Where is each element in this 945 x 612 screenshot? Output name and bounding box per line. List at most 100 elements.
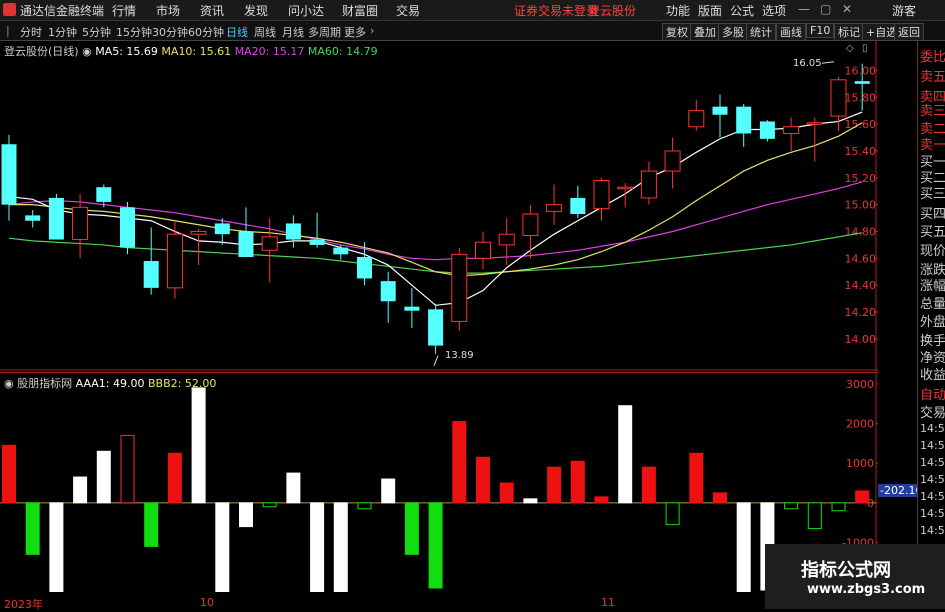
indicator-chart[interactable]: 3000200010000-1000 bbox=[0, 372, 878, 592]
btn-fuquan[interactable]: 复权 bbox=[662, 23, 692, 41]
low-price-annotation: 13.89 bbox=[445, 350, 474, 361]
period-30min[interactable]: 30分钟 bbox=[152, 24, 188, 40]
period-monthly[interactable]: 月线 bbox=[282, 24, 304, 40]
btn-back[interactable]: 返回 bbox=[894, 23, 924, 41]
chevron-right-icon[interactable]: › bbox=[370, 24, 374, 37]
indicator-bar bbox=[594, 496, 609, 504]
sub-y-tick-label: 1000 bbox=[846, 457, 874, 470]
period-5min[interactable]: 5分钟 bbox=[82, 24, 111, 40]
close-icon[interactable]: ✕ bbox=[842, 2, 852, 16]
indicator-bar bbox=[333, 502, 348, 592]
collapse-icon[interactable]: | bbox=[6, 24, 10, 37]
menu-item-faxian[interactable]: 发现 bbox=[244, 2, 268, 19]
period-weekly[interactable]: 周线 bbox=[254, 24, 276, 40]
candlestick-chart[interactable]: 16.0015.8015.6015.4015.2015.0014.8014.60… bbox=[0, 41, 878, 371]
quote-panel: 委比 卖五 卖四 卖三 卖二 卖一 买一 买二 买三 买四 买五 现价 涨跌 涨… bbox=[917, 41, 945, 609]
time-6: 14:56 bbox=[920, 507, 945, 520]
app-logo-icon bbox=[3, 3, 16, 16]
ma60-label: MA60: 14.79 bbox=[307, 45, 378, 58]
indicator-bar bbox=[570, 460, 585, 504]
period-15min[interactable]: 15分钟 bbox=[116, 24, 152, 40]
x-label-nov: 11 bbox=[601, 596, 615, 609]
indicator-bar bbox=[49, 502, 64, 592]
btn-f10[interactable]: F10 bbox=[806, 23, 835, 38]
label-change-pct: 涨幅 bbox=[920, 279, 945, 294]
candle-body bbox=[166, 233, 183, 289]
login-notice[interactable]: 证券交易未登录 bbox=[514, 2, 598, 19]
menu-item-gongshi[interactable]: 公式 bbox=[730, 2, 754, 19]
btn-diejia[interactable]: 叠加 bbox=[690, 23, 720, 41]
period-daily[interactable]: 日线 bbox=[226, 24, 248, 40]
candle-body bbox=[546, 204, 563, 212]
menu-item-xuanxiang[interactable]: 选项 bbox=[762, 2, 786, 19]
candle-body bbox=[664, 150, 681, 172]
candle-body bbox=[522, 213, 539, 237]
candle-body bbox=[1, 144, 17, 205]
menu-item-zixun[interactable]: 资讯 bbox=[200, 2, 224, 19]
indicator-bar bbox=[381, 478, 396, 504]
y-tick-label: 15.60 bbox=[845, 118, 877, 131]
period-1min[interactable]: 1分钟 bbox=[48, 24, 77, 40]
btn-tongji[interactable]: 统计 bbox=[746, 23, 776, 41]
settings-icon[interactable]: ◉ bbox=[82, 45, 92, 58]
menu-item-gongneng[interactable]: 功能 bbox=[666, 2, 690, 19]
btn-biaoji[interactable]: 标记 bbox=[834, 23, 864, 41]
app-title: 通达信金融终端 bbox=[20, 4, 105, 18]
user-label[interactable]: 游客 bbox=[892, 2, 916, 19]
candle-body bbox=[72, 206, 89, 241]
indicator-bar bbox=[428, 502, 443, 589]
candle-body bbox=[712, 106, 728, 115]
period-more[interactable]: 更多 bbox=[344, 24, 366, 40]
btn-duogu[interactable]: 多股 bbox=[718, 23, 748, 41]
indicator-bar bbox=[25, 502, 40, 555]
restore-icon[interactable]: ▢ bbox=[820, 2, 831, 16]
label-buy4: 买四 bbox=[920, 207, 945, 222]
indicator-bar bbox=[665, 502, 680, 526]
indicator-bar bbox=[736, 502, 751, 592]
period-fenshi[interactable]: 分时 bbox=[20, 24, 42, 40]
candle-body bbox=[498, 233, 515, 246]
candle-body bbox=[96, 187, 112, 202]
panel-icon[interactable]: ▯ bbox=[862, 43, 868, 54]
indicator-bar bbox=[191, 387, 206, 504]
label-buy3: 买三 bbox=[920, 187, 945, 202]
watermark-box: 指标公式网 www.zbgs3.com bbox=[765, 544, 945, 609]
period-multi[interactable]: 多周期 bbox=[308, 24, 341, 40]
candle-body bbox=[783, 126, 800, 135]
menu-item-banmian[interactable]: 版面 bbox=[698, 2, 722, 19]
candle-body bbox=[404, 306, 420, 311]
indicator-bar bbox=[618, 405, 633, 504]
x-label-oct: 10 bbox=[200, 596, 214, 609]
y-tick-label: 15.40 bbox=[845, 145, 877, 158]
candle-body bbox=[854, 81, 870, 84]
indicator-legend: ◉ 股朋指标网 AAA1: 49.00 BBB2: 52.00 bbox=[4, 375, 216, 391]
menu-item-shichang[interactable]: 市场 bbox=[156, 2, 180, 19]
ma20-label: MA20: 15.17 bbox=[234, 45, 305, 58]
btn-huaxian[interactable]: 画线 bbox=[776, 23, 806, 41]
menu-item-jiaoyi[interactable]: 交易 bbox=[396, 2, 420, 19]
watermark-title: 指标公式网 bbox=[801, 560, 891, 581]
label-trade[interactable]: 交易 bbox=[920, 402, 945, 421]
diamond-icon[interactable]: ◇ bbox=[846, 43, 854, 54]
ma10-label: MA10: 15.61 bbox=[161, 45, 232, 58]
candle-body bbox=[736, 106, 752, 134]
menu-item-wenxiaoda[interactable]: 问小达 bbox=[288, 2, 324, 19]
indicator-bar bbox=[476, 456, 490, 504]
menu-item-hangqing[interactable]: 行情 bbox=[112, 2, 136, 19]
label-buy5: 买五 bbox=[920, 225, 945, 240]
candle-body bbox=[570, 197, 586, 215]
candle-body bbox=[285, 223, 301, 240]
candle-body bbox=[759, 121, 775, 139]
minimize-icon[interactable]: — bbox=[798, 2, 810, 16]
indicator-bar bbox=[144, 502, 159, 547]
label-price: 现价 bbox=[920, 244, 945, 259]
label-earnings: 收益 bbox=[920, 368, 945, 383]
indicator-settings-icon[interactable]: ◉ bbox=[4, 377, 14, 390]
period-60min[interactable]: 60分钟 bbox=[188, 24, 224, 40]
high-price-annotation: 16.05 bbox=[793, 58, 822, 69]
label-outer: 外盘 bbox=[920, 315, 945, 330]
label-auto[interactable]: 自动 bbox=[920, 384, 945, 403]
label-sell3: 卖三 bbox=[920, 104, 945, 119]
indicator-bar bbox=[713, 492, 727, 504]
menu-item-caifuquan[interactable]: 财富圈 bbox=[342, 2, 378, 19]
